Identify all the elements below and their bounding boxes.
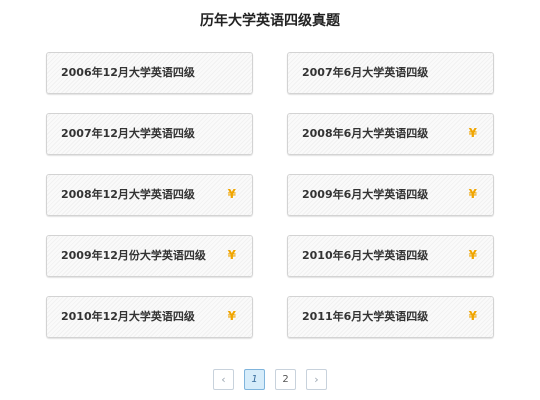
paper-card-label: 2007年12月大学英语四级	[61, 127, 195, 140]
paper-card-label: 2011年6月大学英语四级	[302, 310, 429, 323]
paper-card-2008-06[interactable]: 2008年6月大学英语四级 ¥	[287, 113, 494, 155]
chevron-left-icon: ‹	[221, 373, 226, 386]
yen-icon: ¥	[227, 187, 236, 201]
page: 历年大学英语四级真题 2006年12月大学英语四级 2007年6月大学英语四级 …	[0, 0, 540, 400]
yen-icon: ¥	[468, 126, 477, 140]
yen-icon: ¥	[468, 187, 477, 201]
yen-icon: ¥	[227, 309, 236, 323]
page-2-button[interactable]: 2	[275, 369, 296, 390]
paper-card-label: 2010年6月大学英语四级	[302, 249, 429, 262]
next-page-button[interactable]: ›	[306, 369, 327, 390]
paper-card-2009-06[interactable]: 2009年6月大学英语四级 ¥	[287, 174, 494, 216]
page-1-button[interactable]: 1	[244, 369, 265, 390]
paper-card-2010-06[interactable]: 2010年6月大学英语四级 ¥	[287, 235, 494, 277]
paper-card-2007-12[interactable]: 2007年12月大学英语四级	[46, 113, 253, 155]
paper-card-2008-12[interactable]: 2008年12月大学英语四级 ¥	[46, 174, 253, 216]
paper-card-2007-06[interactable]: 2007年6月大学英语四级	[287, 52, 494, 94]
paper-card-2006-12[interactable]: 2006年12月大学英语四级	[46, 52, 253, 94]
paper-card-label: 2006年12月大学英语四级	[61, 66, 195, 79]
paper-card-label: 2008年6月大学英语四级	[302, 127, 429, 140]
paper-card-label: 2009年12月份大学英语四级	[61, 249, 206, 262]
paper-card-label: 2008年12月大学英语四级	[61, 188, 195, 201]
paper-card-2011-06[interactable]: 2011年6月大学英语四级 ¥	[287, 296, 494, 338]
paper-card-2010-12[interactable]: 2010年12月大学英语四级 ¥	[46, 296, 253, 338]
paper-card-label: 2007年6月大学英语四级	[302, 66, 429, 79]
paper-card-label: 2010年12月大学英语四级	[61, 310, 195, 323]
page-title: 历年大学英语四级真题	[200, 13, 340, 29]
yen-icon: ¥	[468, 248, 477, 262]
paper-card-2009-12[interactable]: 2009年12月份大学英语四级 ¥	[46, 235, 253, 277]
prev-page-button[interactable]: ‹	[213, 369, 234, 390]
paper-card-label: 2009年6月大学英语四级	[302, 188, 429, 201]
yen-icon: ¥	[468, 309, 477, 323]
chevron-right-icon: ›	[314, 373, 319, 386]
yen-icon: ¥	[227, 248, 236, 262]
